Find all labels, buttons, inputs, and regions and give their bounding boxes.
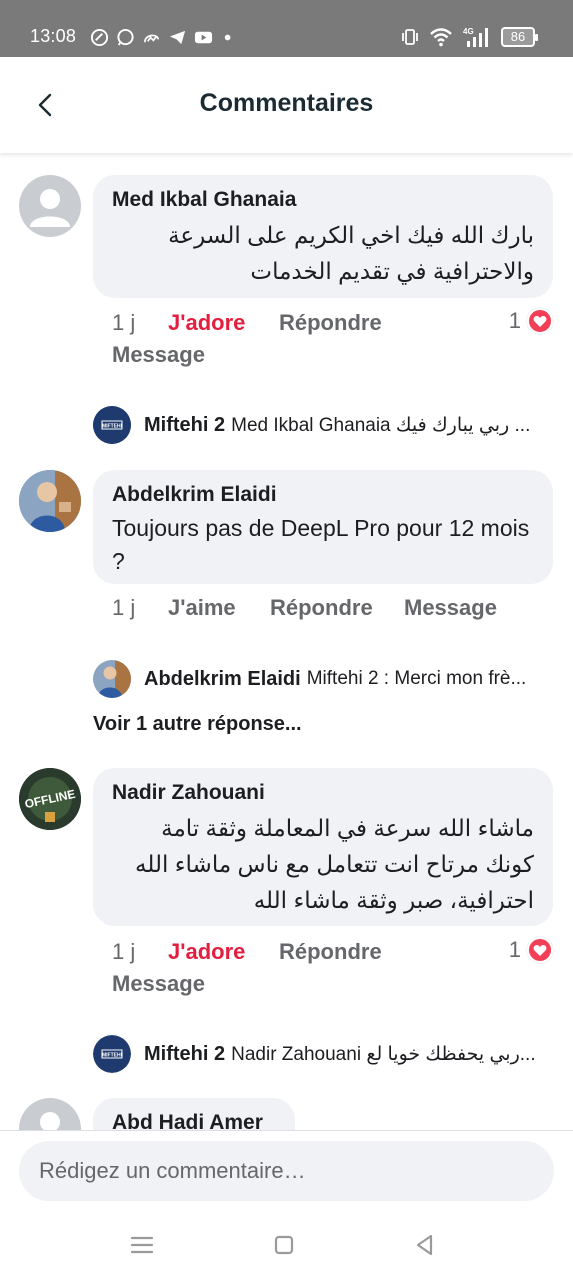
reaction-count-value: 1 xyxy=(508,308,521,333)
message-button[interactable]: Message xyxy=(112,342,205,368)
reply-author: Miftehi 2 xyxy=(144,413,226,436)
comment-actions: 1 j J'adore Répondre Message xyxy=(112,308,552,372)
comment-bubble[interactable]: Nadir Zahouani ماشاء الله سرعة في المعام… xyxy=(93,768,553,926)
heart-icon xyxy=(527,308,553,334)
comment-bubble[interactable]: Abdelkrim Elaidi Toujours pas de DeepL P… xyxy=(93,470,553,584)
battery-icon: 86 xyxy=(501,27,538,47)
comment-actions: 1 j J'adore Répondre Message xyxy=(112,937,552,1001)
reply-preview[interactable]: Abdelkrim Elaidi Miftehi 2 : Merci mon f… xyxy=(93,659,553,699)
avatar: MIFTEHI xyxy=(93,406,131,444)
avatar[interactable] xyxy=(19,1098,81,1130)
avatar xyxy=(93,660,131,698)
heart-icon xyxy=(527,937,553,963)
menu-icon[interactable] xyxy=(129,1232,155,1258)
comments-list[interactable]: Med Ikbal Ghanaia بارك الله فيك اخي الكر… xyxy=(0,155,573,1130)
telegram-icon xyxy=(169,30,186,45)
reply-button[interactable]: Répondre xyxy=(279,310,382,336)
reaction-count[interactable]: 1 xyxy=(509,937,553,963)
vpn-key-icon xyxy=(90,28,109,47)
reply-button[interactable]: Répondre xyxy=(279,939,382,965)
comment-time: 1 j xyxy=(112,595,136,620)
reaction-count-value: 1 xyxy=(508,937,521,962)
message-button[interactable]: Message xyxy=(112,971,205,997)
reply-preview[interactable]: MIFTEHI Miftehi 2 Nadir Zahouani ربي يحف… xyxy=(93,1034,553,1074)
reply-text: Med Ikbal Ghanaia ربي يبارك فيك ... xyxy=(231,414,531,436)
avatar[interactable] xyxy=(19,175,81,237)
avatar: MIFTEHI xyxy=(93,1035,131,1073)
whatsapp-icon xyxy=(117,28,134,46)
vibrate-icon xyxy=(402,29,418,45)
love-reaction-button[interactable]: J'adore xyxy=(168,310,245,336)
messenger-icon xyxy=(143,34,160,43)
back-nav-icon[interactable] xyxy=(412,1232,438,1258)
love-reaction-button[interactable]: J'adore xyxy=(168,939,245,965)
comment-composer[interactable] xyxy=(19,1141,554,1201)
wifi-icon xyxy=(430,28,452,47)
comment-bubble[interactable]: Abd Hadi Amer xyxy=(93,1098,295,1130)
user-photo-icon xyxy=(93,660,131,698)
comment-time: 1 j xyxy=(112,939,136,964)
svg-text:MIFTEHI: MIFTEHI xyxy=(102,1053,123,1059)
comment-bubble[interactable]: Med Ikbal Ghanaia بارك الله فيك اخي الكر… xyxy=(93,175,553,298)
miftehi-logo-icon: MIFTEHI xyxy=(93,1035,131,1073)
comment-author[interactable]: Abdelkrim Elaidi xyxy=(112,482,534,508)
comment-text: ماشاء الله سرعة في المعاملة وثقة تامة كو… xyxy=(135,815,534,913)
status-bar: 13:08 4G 86 xyxy=(0,0,573,57)
reply-author: Abdelkrim Elaidi xyxy=(144,667,301,690)
miftehi-logo-icon: MIFTEHI xyxy=(93,406,131,444)
like-button[interactable]: J'aime xyxy=(168,595,236,621)
signal-4g-icon: 4G xyxy=(463,27,488,47)
reply-author: Miftehi 2 xyxy=(144,1042,226,1065)
comment-text: Toujours pas de DeepL Pro pour 12 mois ? xyxy=(112,515,530,574)
comment-input[interactable] xyxy=(39,1158,534,1184)
avatar[interactable] xyxy=(19,470,81,532)
default-user-icon xyxy=(40,1112,60,1130)
app-header: Commentaires xyxy=(0,57,573,153)
page-title: Commentaires xyxy=(199,89,374,117)
status-right: 4G 86 xyxy=(401,26,538,48)
comment-author[interactable]: Abd Hadi Amer xyxy=(112,1110,276,1130)
offline-logo-icon: OFFLINE xyxy=(19,768,81,830)
reaction-count[interactable]: 1 xyxy=(509,308,553,334)
svg-text:4G: 4G xyxy=(463,27,474,36)
svg-text:MIFTEHI: MIFTEHI xyxy=(102,424,123,430)
comment-time: 1 j xyxy=(112,310,136,335)
reply-text: Nadir Zahouani ربي يحفظك خويا لع... xyxy=(231,1043,536,1065)
comment-text: بارك الله فيك اخي الكريم على السرعة والا… xyxy=(168,222,534,284)
comment-author[interactable]: Med Ikbal Ghanaia xyxy=(112,187,534,213)
user-photo-icon xyxy=(19,470,81,532)
reply-text: Miftehi 2 : Merci mon frè... xyxy=(306,668,527,689)
home-icon[interactable] xyxy=(271,1232,297,1258)
dot-icon xyxy=(224,34,231,41)
system-nav-bar xyxy=(0,1210,573,1280)
youtube-icon xyxy=(194,31,213,44)
reply-button[interactable]: Répondre xyxy=(270,595,373,621)
view-more-replies-link[interactable]: Voir 1 autre réponse... xyxy=(93,713,302,736)
comment-author[interactable]: Nadir Zahouani xyxy=(112,780,534,806)
reply-preview[interactable]: MIFTEHI Miftehi 2 Med Ikbal Ghanaia ربي … xyxy=(93,405,553,445)
default-user-icon xyxy=(30,189,70,227)
composer-bar xyxy=(0,1130,573,1210)
status-time: 13:08 xyxy=(30,26,77,46)
message-button[interactable]: Message xyxy=(404,595,497,621)
notification-icons xyxy=(90,28,239,47)
avatar[interactable]: OFFLINE xyxy=(19,768,81,830)
comment-actions: 1 j J'aime Répondre Message xyxy=(112,595,552,627)
